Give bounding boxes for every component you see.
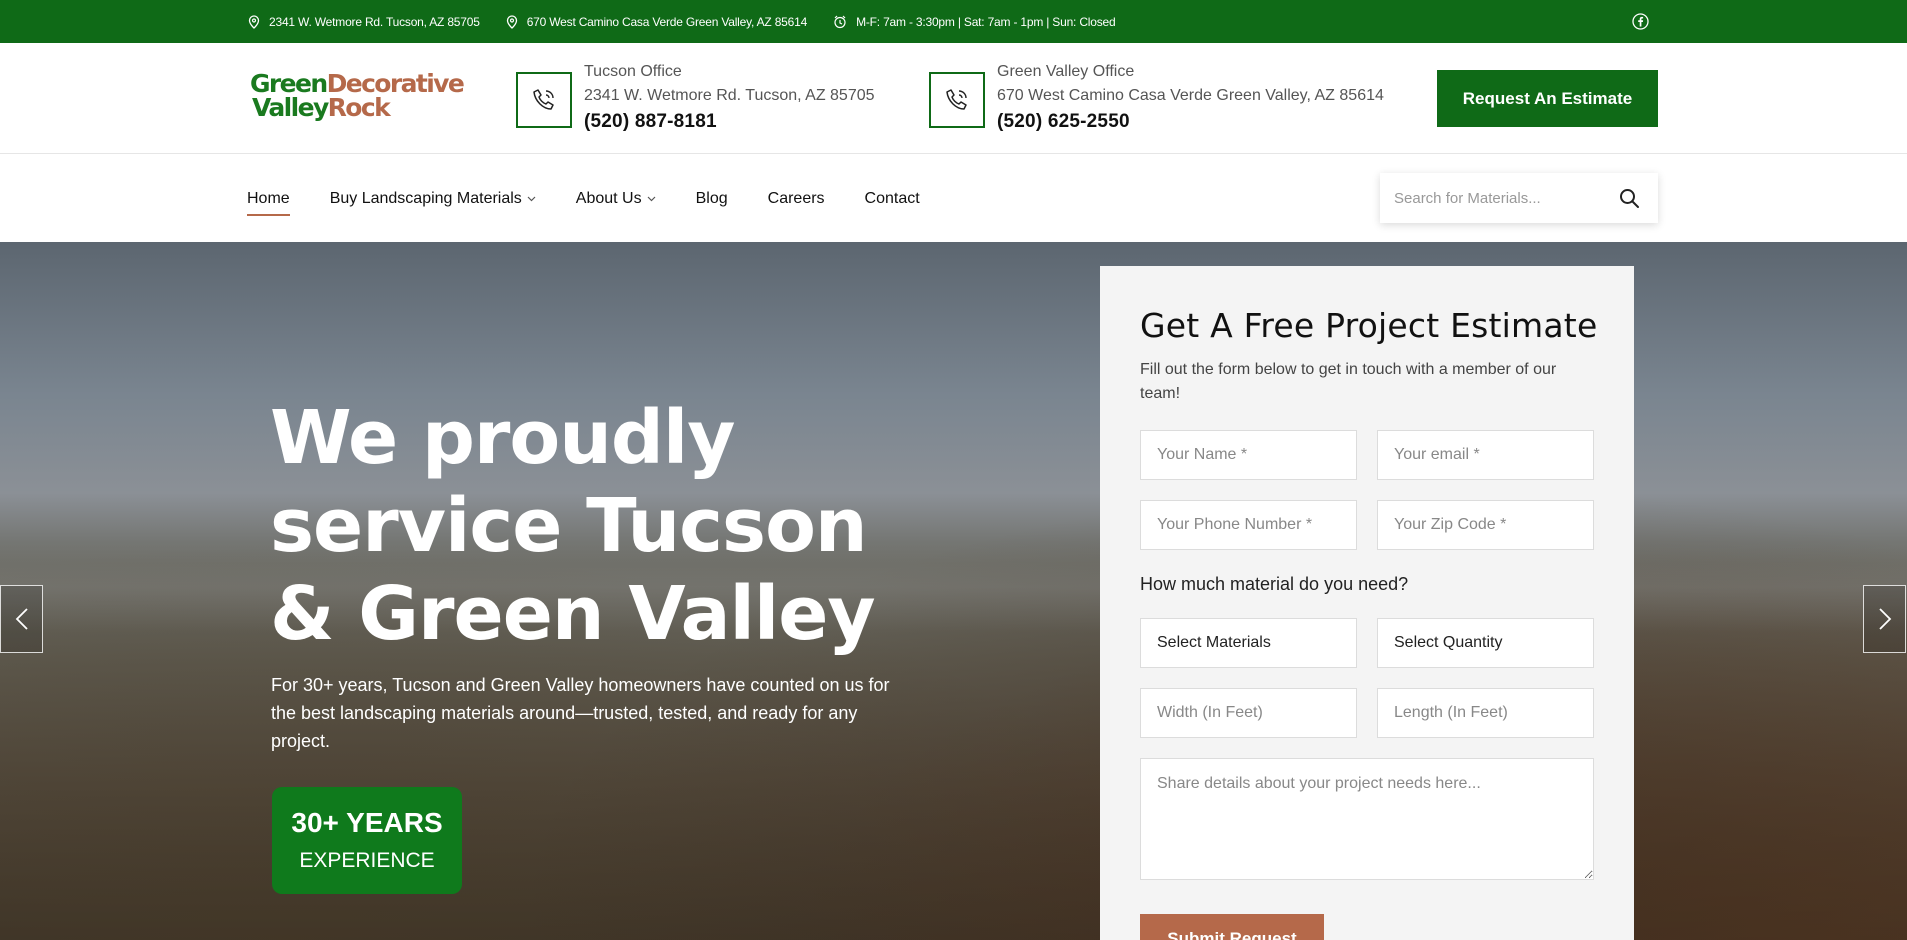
office-name: Tucson Office	[584, 63, 682, 80]
main-navigation: Home Buy Landscaping Materials About Us …	[0, 155, 1907, 242]
nav-item-label: About Us	[575, 189, 642, 207]
nav-item-buy-landscaping-materials[interactable]: Buy Landscaping Materials	[330, 190, 536, 208]
width-field[interactable]	[1140, 688, 1357, 738]
materials-select[interactable]: Select Materials	[1140, 618, 1357, 668]
office-phone[interactable]: (520) 887-8181	[584, 111, 717, 133]
phone-icon-box	[929, 72, 985, 128]
topbar-address-text: 2341 W. Wetmore Rd. Tucson, AZ 85705	[269, 14, 480, 29]
search-icon[interactable]	[1618, 187, 1640, 209]
logo-word-valley: Valley	[252, 93, 329, 122]
length-field[interactable]	[1377, 688, 1594, 738]
request-estimate-button[interactable]: Request An Estimate	[1437, 70, 1658, 127]
materials-select-value: Select Materials	[1157, 634, 1271, 651]
location-pin-icon	[506, 14, 517, 29]
topbar-address-text: 670 West Camino Casa Verde Green Valley,…	[526, 14, 808, 29]
badge-years: 30+ YEARS	[291, 807, 443, 838]
location-pin-icon	[248, 14, 260, 29]
nav-item-about-us[interactable]: About Us	[576, 190, 656, 208]
phone-icon	[946, 89, 967, 110]
form-title: Get A Free Project Estimate	[1140, 306, 1598, 345]
chevron-down-icon	[527, 196, 536, 201]
material-question-label: How much material do you need?	[1140, 574, 1409, 594]
search-input[interactable]	[1380, 173, 1610, 223]
topbar-hours: M-F: 7am - 3:30pm | Sat: 7am - 1pm | Sun…	[833, 14, 1116, 29]
chevron-right-icon	[1878, 608, 1891, 630]
nav-item-contact[interactable]: Contact	[865, 190, 920, 208]
nav-item-blog[interactable]: Blog	[696, 190, 728, 208]
material-search	[1380, 173, 1658, 223]
name-field[interactable]	[1140, 430, 1357, 480]
estimate-form-card: Get A Free Project Estimate Fill out the…	[1100, 266, 1634, 940]
facebook-icon[interactable]	[1632, 13, 1649, 30]
topbar-hours-text: M-F: 7am - 3:30pm | Sat: 7am - 1pm | Sun…	[856, 14, 1116, 29]
phone-icon-box	[516, 72, 572, 128]
chevron-down-icon	[647, 196, 656, 201]
nav-item-home[interactable]: Home	[247, 189, 290, 216]
nav-item-label: Buy Landscaping Materials	[329, 189, 522, 207]
experience-badge: 30+ YEARS EXPERIENCE	[272, 787, 462, 894]
project-details-textarea[interactable]	[1140, 758, 1594, 880]
submit-request-button[interactable]: Submit Request	[1140, 914, 1324, 940]
nav-item-label: Contact	[864, 189, 920, 207]
alarm-clock-icon	[834, 15, 846, 28]
office-name: Green Valley Office	[997, 63, 1135, 80]
slider-next-button[interactable]	[1863, 585, 1906, 653]
logo-word-rock: Rock	[327, 93, 391, 122]
email-field[interactable]	[1377, 430, 1594, 480]
nav-item-label: Careers	[767, 189, 825, 207]
hero-subtitle: For 30+ years, Tucson and Green Valley h…	[271, 675, 890, 751]
nav-item-careers[interactable]: Careers	[768, 190, 825, 208]
office-phone[interactable]: (520) 625-2550	[997, 111, 1130, 133]
chevron-left-icon	[15, 608, 28, 630]
quantity-select[interactable]: Select Quantity	[1377, 618, 1594, 668]
form-description: Fill out the form below to get in touch …	[1140, 361, 1557, 402]
site-header: GreenDecorative ValleyRock Tucson Office…	[0, 43, 1907, 154]
hero-title: We proudly service Tucson & Green Valley	[270, 395, 876, 657]
top-info-bar: 2341 W. Wetmore Rd. Tucson, AZ 85705 670…	[0, 0, 1907, 43]
nav-item-label: Blog	[695, 189, 728, 207]
topbar-address-tucson: 2341 W. Wetmore Rd. Tucson, AZ 85705	[248, 15, 480, 29]
badge-label: EXPERIENCE	[299, 849, 435, 872]
phone-field[interactable]	[1140, 500, 1357, 550]
site-logo[interactable]: GreenDecorative ValleyRock	[250, 69, 465, 125]
phone-icon	[533, 89, 554, 110]
nav-item-label: Home	[247, 189, 290, 207]
topbar-address-green-valley: 670 West Camino Casa Verde Green Valley,…	[506, 15, 807, 29]
quantity-select-value: Select Quantity	[1394, 634, 1503, 651]
office-address: 670 West Camino Casa Verde Green Valley,…	[997, 87, 1384, 104]
office-address: 2341 W. Wetmore Rd. Tucson, AZ 85705	[584, 87, 875, 104]
zip-code-field[interactable]	[1377, 500, 1594, 550]
slider-prev-button[interactable]	[0, 585, 43, 653]
